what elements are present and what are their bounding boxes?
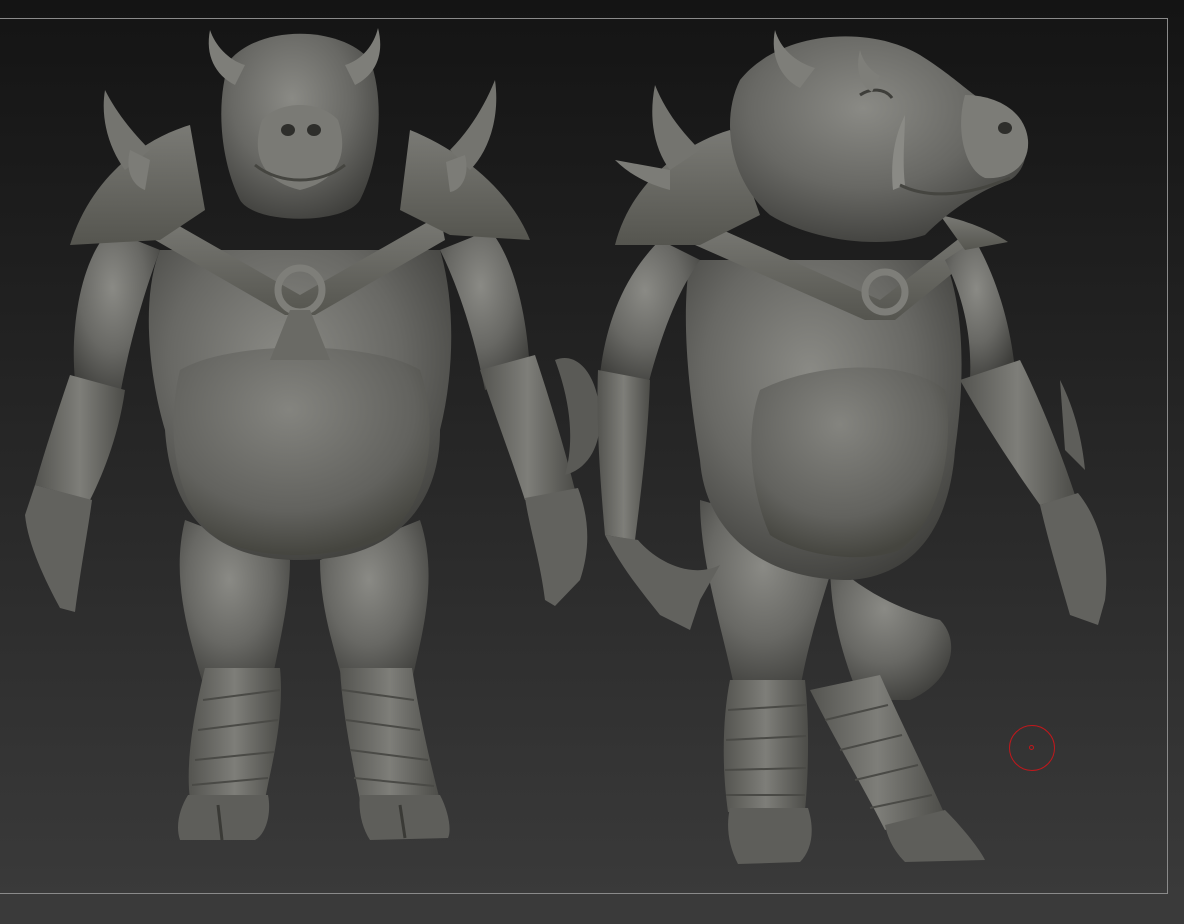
left-bracer	[35, 375, 125, 500]
back-leg-wrap	[723, 680, 809, 812]
model-front-view[interactable]	[25, 28, 588, 841]
right-hand	[525, 488, 588, 606]
side-left-hand	[605, 535, 720, 630]
axe-spike	[1060, 380, 1085, 470]
front-thigh	[830, 560, 952, 700]
left-nostril	[281, 124, 295, 136]
side-belly-plate	[751, 367, 948, 558]
side-shoulder-horn	[615, 160, 670, 190]
side-right-bracer	[960, 360, 1075, 505]
left-arm	[73, 230, 160, 395]
side-right-hand	[1040, 493, 1107, 625]
side-left-bracer	[597, 370, 650, 540]
side-right-shoulder-pad	[940, 215, 1008, 250]
side-nostril	[998, 122, 1012, 134]
back-hoof	[728, 808, 812, 864]
zbrush-viewport[interactable]	[0, 0, 1184, 924]
left-hand	[25, 485, 92, 612]
right-nostril	[307, 124, 321, 136]
side-left-arm	[600, 240, 700, 385]
belly-plate	[173, 347, 430, 555]
left-hoof	[177, 795, 270, 840]
brush-cursor-icon	[1009, 725, 1055, 771]
sculpt-scene[interactable]	[0, 0, 1184, 924]
right-shoulder-spike	[450, 80, 497, 170]
right-leg-wrap	[340, 668, 440, 800]
